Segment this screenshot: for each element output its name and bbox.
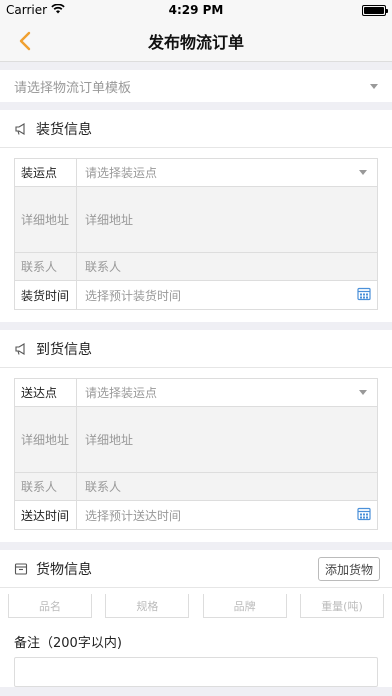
loading-address-field[interactable]: 详细地址 xyxy=(77,187,377,252)
arrival-time-picker[interactable]: 选择预计送达时间 xyxy=(77,501,377,529)
goods-brand-field[interactable]: 品牌 xyxy=(202,594,287,618)
arrival-section-title: 到货信息 xyxy=(36,341,92,358)
loading-time-label: 装货时间 xyxy=(15,281,77,309)
loading-time-picker[interactable]: 选择预计装货时间 xyxy=(77,281,377,309)
loading-time-placeholder: 选择预计装货时间 xyxy=(85,288,182,303)
remark-section: 备注（200字以内) xyxy=(0,624,392,687)
page-title: 发布物流订单 xyxy=(147,32,244,52)
arrival-form: 送达点 请选择装运点 详细地址 详细地址 联系人 联系人 送达时间 选择预计送达… xyxy=(0,368,392,542)
loading-form-table: 装运点 请选择装运点 详细地址 详细地址 联系人 联系人 装货时间 选择预计装货… xyxy=(14,158,378,310)
battery-level xyxy=(364,6,384,14)
caret-down-icon xyxy=(370,83,378,89)
arrival-point-select[interactable]: 请选择装运点 xyxy=(77,379,377,406)
loading-address-row: 详细地址 详细地址 xyxy=(15,187,377,253)
add-goods-button[interactable]: 添加货物 xyxy=(317,557,380,581)
back-button[interactable] xyxy=(12,28,38,54)
arrival-address-placeholder: 详细地址 xyxy=(85,433,134,447)
goods-spec-field[interactable]: 规格 xyxy=(105,594,190,618)
loading-contact-field[interactable]: 联系人 xyxy=(77,253,377,280)
caret-down-icon xyxy=(359,170,367,175)
arrival-point-label: 送达点 xyxy=(15,379,77,406)
arrival-address-label: 详细地址 xyxy=(15,407,77,472)
loading-time-row[interactable]: 装货时间 选择预计装货时间 xyxy=(15,281,377,309)
arrival-point-row[interactable]: 送达点 请选择装运点 xyxy=(15,379,377,407)
remark-textarea[interactable] xyxy=(14,657,378,687)
arrival-time-label: 送达时间 xyxy=(15,501,77,529)
goods-name-field[interactable]: 品名 xyxy=(8,594,92,618)
arrival-point-placeholder: 请选择装运点 xyxy=(85,386,158,400)
loading-contact-placeholder: 联系人 xyxy=(85,260,122,274)
template-select[interactable]: 请选择物流订单模板 xyxy=(0,70,392,102)
loading-section-header: 装货信息 xyxy=(0,110,392,148)
arrival-contact-placeholder: 联系人 xyxy=(85,480,122,494)
loading-contact-row: 联系人 联系人 xyxy=(15,253,377,281)
goods-weight-field[interactable]: 重量(吨) xyxy=(299,594,384,618)
arrival-form-table: 送达点 请选择装运点 详细地址 详细地址 联系人 联系人 送达时间 选择预计送达… xyxy=(14,378,378,530)
goods-section-title: 货物信息 xyxy=(36,561,92,578)
loading-point-row[interactable]: 装运点 请选择装运点 xyxy=(15,159,377,187)
carrier-label: Carrier xyxy=(6,3,48,17)
remark-label: 备注（200字以内) xyxy=(14,636,122,651)
status-left: Carrier xyxy=(6,3,65,17)
loudspeaker-icon xyxy=(14,122,28,136)
calendar-icon[interactable] xyxy=(357,507,371,524)
chevron-left-icon xyxy=(19,31,31,51)
navigation-bar: 发布物流订单 xyxy=(0,20,392,62)
battery-icon xyxy=(362,4,388,16)
goods-section-header: 货物信息 添加货物 xyxy=(0,550,392,588)
arrival-time-row[interactable]: 送达时间 选择预计送达时间 xyxy=(15,501,377,529)
loading-point-label: 装运点 xyxy=(15,159,77,186)
arrival-contact-row: 联系人 联系人 xyxy=(15,473,377,501)
arrival-contact-label: 联系人 xyxy=(15,473,77,500)
loading-section-title: 装货信息 xyxy=(36,121,92,138)
arrival-address-row: 详细地址 详细地址 xyxy=(15,407,377,473)
loading-address-placeholder: 详细地址 xyxy=(85,213,134,227)
loading-point-placeholder: 请选择装运点 xyxy=(85,166,158,180)
goods-fields-row: 品名 规格 品牌 重量(吨) xyxy=(0,588,392,624)
arrival-section-header: 到货信息 xyxy=(0,330,392,368)
wifi-icon xyxy=(51,3,65,17)
calendar-icon[interactable] xyxy=(357,287,371,304)
loading-address-label: 详细地址 xyxy=(15,187,77,252)
template-select-placeholder: 请选择物流订单模板 xyxy=(14,80,132,96)
loading-point-select[interactable]: 请选择装运点 xyxy=(77,159,377,186)
loudspeaker-icon xyxy=(14,342,28,356)
arrival-address-field[interactable]: 详细地址 xyxy=(77,407,377,472)
arrival-time-placeholder: 选择预计送达时间 xyxy=(85,508,182,523)
status-bar: Carrier 4:29 PM xyxy=(0,0,392,20)
loading-form: 装运点 请选择装运点 详细地址 详细地址 联系人 联系人 装货时间 选择预计装货… xyxy=(0,148,392,322)
loading-contact-label: 联系人 xyxy=(15,253,77,280)
box-icon xyxy=(14,562,28,576)
arrival-contact-field[interactable]: 联系人 xyxy=(77,473,377,500)
caret-down-icon xyxy=(359,390,367,395)
